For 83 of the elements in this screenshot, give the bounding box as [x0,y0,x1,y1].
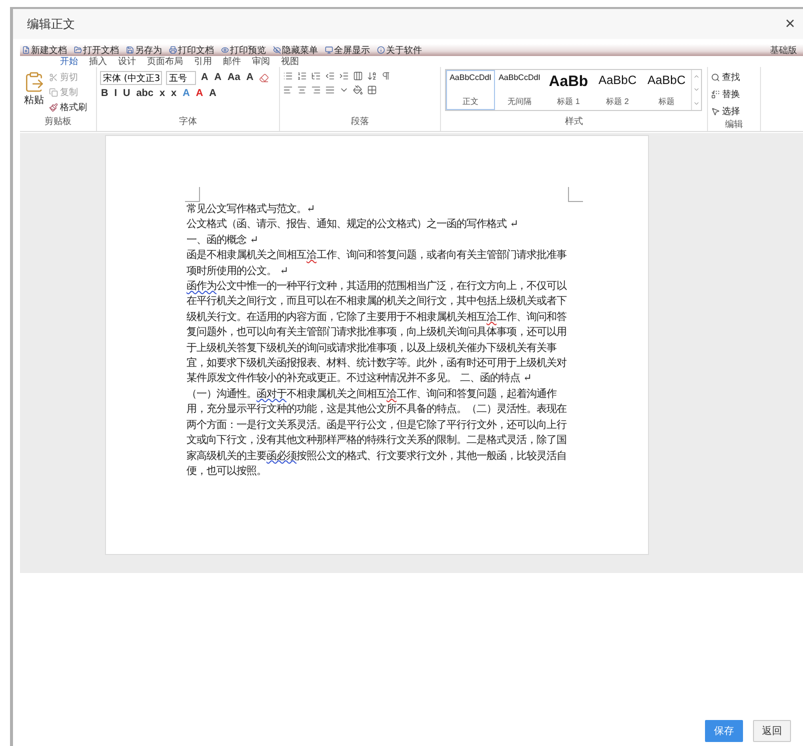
numbering-icon[interactable] [297,71,307,81]
ribbon-tab[interactable]: 插入 [89,57,107,66]
ribbon-tab[interactable]: 邮件 [223,57,241,66]
group-label: 样式 [564,116,584,129]
more-styles-icon[interactable] [693,100,700,107]
brush-icon [49,103,58,112]
group-label: 编辑 [724,118,744,132]
toolbar-button[interactable]: 打开文档 [74,46,123,54]
replace-icon [711,90,720,99]
ribbon-tab[interactable]: 视图 [281,57,299,66]
paragraph: 常见公文写作格式与范文。↵ [186,202,316,217]
edition-label: 基础版 [770,44,798,56]
style-item[interactable]: AaBbCcDdI 正文 [446,70,495,110]
group-label: 剪贴板 [44,116,72,129]
shading-button[interactable]: A [208,89,218,99]
paste-button[interactable]: 粘贴 [23,71,45,115]
decrease-indent-icon[interactable] [325,71,335,81]
toolbar-button[interactable]: 关于软件 [377,46,426,54]
monitor-icon [325,46,333,54]
back-button[interactable]: 返回 [753,720,791,742]
toolbar-button[interactable]: 另存为 [126,46,166,54]
ribbon-tab[interactable]: 引用 [194,57,212,66]
copy-icon [49,88,58,97]
new-file-icon [22,46,30,54]
sort-icon[interactable] [367,71,377,81]
borders-icon[interactable] [367,85,377,95]
margin-mark [568,187,582,202]
scissors-icon [49,73,58,82]
align-left-icon[interactable] [283,85,293,95]
italic-button[interactable]: I [113,89,118,99]
save-icon [126,46,134,54]
text-effect-button[interactable]: A [182,89,191,99]
font-size-field[interactable]: 五号 [166,71,196,85]
ribbon-tab[interactable]: 页面布局 [147,57,183,66]
paragraph: 函作为公文中惟一的一种平行文种，其适用的范围相当广泛，在行文方向上，不仅可以在平行机关之间行文，而且可以在不相隶属的机关之间行文，其中包括上级机关或者下级机关行文。在适用的内容方面，它除了主要用于不相隶属机关相互洽工作、询问和答复问题外，也可以向有关主管部门请求批准事项，向上级机关询问具体事项，还可以用于上级机关答复下级机关的询问或请求批准事项，以及上级机关催办下级机关有关事宜，如要求下级机关函报报表、材料、统计数字等。此外，函有时还可用于上级机关对某件原发文件作较小的补充或更正。不过这种情况并不多见。 二、函的特点 ↵ [186,279,568,386]
clear-format-icon[interactable] [258,73,268,83]
ribbon-tab[interactable]: 设计 [118,57,136,66]
pilcrow-icon[interactable] [381,71,391,81]
eye-icon [221,46,229,54]
group-label: 段落 [350,116,370,129]
underline-button[interactable]: U [122,89,132,99]
paragraph: 公文格式（函、请示、报告、通知、规定的公文格式）之一函的写作格式 ↵ [186,217,520,232]
toolbar-button[interactable]: 打印文档 [169,46,218,54]
font-name-field[interactable]: 宋体 (中文正3 [100,71,162,85]
bold-button[interactable]: B [100,89,110,99]
cursor-icon [711,107,720,116]
superscript-button[interactable]: x [170,89,178,99]
paragraph: 一、函的概念 ↵ [186,232,260,248]
ribbon-tab[interactable]: 审阅 [252,57,270,66]
toolbar-button[interactable]: 全屏显示 [325,46,374,54]
toolbar-button[interactable]: 新建文档 [22,46,71,54]
justify-icon[interactable] [325,85,335,95]
folder-icon [74,46,82,54]
toolbar-button[interactable]: 打印预览 [221,46,270,54]
columns-icon[interactable] [353,71,363,81]
strikethrough-button[interactable]: abc [135,89,154,99]
select-button[interactable]: 选择 [711,105,740,118]
search-icon [711,73,720,82]
subscript-button[interactable]: x [158,89,166,99]
paragraph: 函是不相隶属机关之间相互洽工作、询问和答复问题，或者向有关主管部门请求批准事项时所使用的公文。 ↵ [186,248,568,279]
dialog-title: 编辑正文 [27,16,75,32]
increase-indent-icon[interactable] [339,71,349,81]
bullets-icon[interactable] [283,71,293,81]
font-color-button[interactable]: A [194,89,204,99]
paragraph: （一）沟通性。函对于不相隶属机关之间相互洽工作、询问和答复问题，起着沟通作用，充分显示平行文种的功能，这是其他公文所不具备的特点。（二）灵活性。表现在两个方面：一是行文关系灵活。函是平行公文，但是它除了平行行文外，还可以向上行文或向下行文，没有其他文种那样严格的特殊行文关系的限制。二是格式灵活，除了国家高级机关的主要函必须按照公文的格式、行文要求行文外，其他一般函，比较灵活自便，也可以按照。 [186,386,568,479]
hidden-eye-icon [273,46,281,54]
info-icon [377,46,385,54]
scroll-up-icon[interactable] [693,73,700,80]
shading-icon[interactable] [353,85,363,95]
replace-button[interactable]: 替换 [711,88,740,101]
scroll-down-icon[interactable] [693,86,700,94]
ribbon-tab[interactable]: 开始 [60,57,78,66]
margin-mark [184,187,200,202]
find-button[interactable]: 查找 [711,71,740,84]
printer-icon [169,46,177,54]
align-center-icon[interactable] [297,85,307,95]
toolbar-button[interactable]: 隐藏菜单 [273,46,322,54]
close-button[interactable]: × [785,14,795,34]
clipboard-icon [23,71,45,93]
group-label: 字体 [178,116,198,129]
align-right-icon[interactable] [311,85,321,95]
painter-button[interactable]: 格式刷 [49,101,87,114]
multilevel-list-icon[interactable] [311,71,321,81]
